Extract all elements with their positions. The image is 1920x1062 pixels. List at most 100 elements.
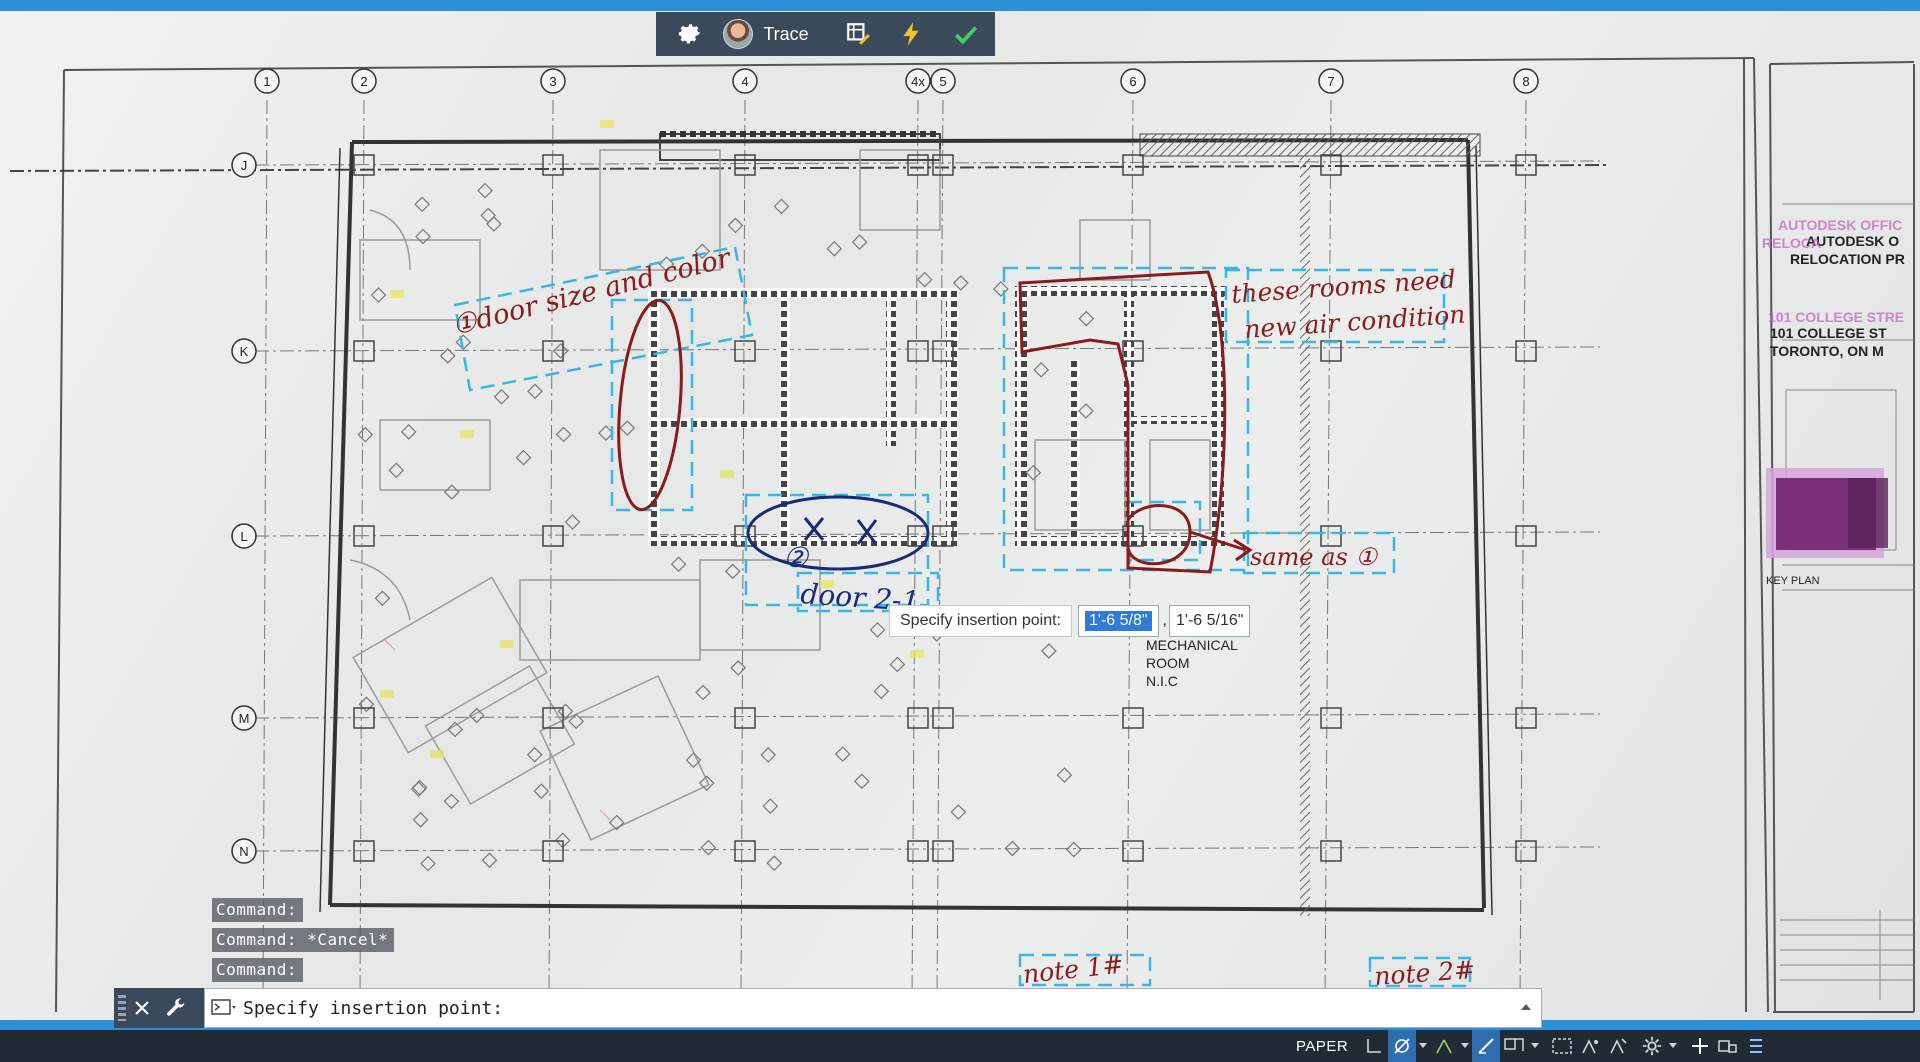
svg-text:2: 2 <box>360 74 367 89</box>
snap-dropdown[interactable] <box>1416 1030 1430 1062</box>
grid-button[interactable] <box>1360 1030 1388 1062</box>
svg-text:4x: 4x <box>911 74 925 89</box>
building-outline <box>319 138 1493 916</box>
lineweight-button[interactable] <box>1548 1030 1576 1062</box>
trace-accept-button[interactable] <box>938 12 995 56</box>
dynamic-input-x-value: 1'-6 5/8" <box>1084 610 1152 631</box>
title-project-ghost: RELOCA <box>1762 235 1822 251</box>
key-plan-label: KEY PLAN <box>1766 575 1820 587</box>
trace-feedback-button[interactable] <box>884 12 937 56</box>
workspace-dropdown[interactable] <box>1666 1030 1680 1062</box>
ortho-button[interactable] <box>1430 1030 1458 1062</box>
annotation-scale-button[interactable] <box>1604 1030 1632 1062</box>
workspace-gear-icon <box>1643 1036 1662 1056</box>
autocad-trace-window: 1 2 3 4 4x 5 6 7 8 J K L M N ①door size … <box>0 0 1920 1062</box>
transparency-icon <box>1582 1039 1599 1054</box>
polar-button[interactable] <box>1472 1030 1501 1062</box>
command-history-line: Command: <box>212 898 304 922</box>
grid-bubbles: 1 2 3 4 4x 5 6 7 8 J K L M N <box>231 68 1539 864</box>
lineweight-icon <box>1552 1038 1572 1054</box>
isolate-objects-button[interactable] <box>1714 1030 1742 1062</box>
device-tags <box>357 182 1095 872</box>
trace-toolbar: Trace <box>656 12 995 56</box>
grid-bubble-col: 4x <box>905 68 931 94</box>
note-1: note 1# <box>1022 950 1125 989</box>
svg-text:L: L <box>240 529 247 544</box>
room-label-mechanical: MECHANICAL <box>1146 637 1238 653</box>
trace-name-button[interactable]: Trace <box>723 12 832 56</box>
dynamic-input-x-field[interactable]: 1'-6 5/8" <box>1077 604 1159 637</box>
ortho-dropdown[interactable] <box>1458 1030 1472 1062</box>
grid-bubble-col: 7 <box>1318 68 1344 94</box>
workspace-button[interactable] <box>1638 1030 1666 1062</box>
grid-bubble-col: 2 <box>351 68 377 94</box>
gear-icon <box>678 24 700 44</box>
drawing-canvas[interactable]: 1 2 3 4 4x 5 6 7 8 J K L M N ①door size … <box>0 11 1920 1020</box>
floor-plan-drawing: 1 2 3 4 4x 5 6 7 8 J K L M N ①door size and c… <box>9 57 1915 1015</box>
status-bar-tools: PAPER <box>1296 1030 1770 1062</box>
snap-button[interactable] <box>1388 1030 1417 1062</box>
command-prompt-icon[interactable] <box>211 998 237 1018</box>
dynamic-input-y-field[interactable]: 1'-6 5/16" <box>1168 604 1251 637</box>
svg-text:4: 4 <box>741 74 748 89</box>
dynamic-input-tooltip: Specify insertion point: 1'-6 5/8" , 1'-… <box>889 604 1251 637</box>
markup-import-button[interactable] <box>833 12 884 56</box>
grid-icon <box>1367 1039 1382 1053</box>
grid-bubble-col: 5 <box>930 68 956 94</box>
close-icon <box>135 1001 149 1015</box>
svg-text:N: N <box>239 844 248 859</box>
room-label-nic: N.I.C <box>1146 673 1178 689</box>
osnap-icon <box>1504 1038 1524 1051</box>
chevron-down-icon <box>1461 1043 1470 1048</box>
note-same-as: same as ① <box>1250 543 1378 571</box>
ortho-icon <box>1436 1039 1452 1054</box>
note-circle-2: ② <box>783 541 810 574</box>
lightning-icon <box>903 22 919 46</box>
wrench-icon <box>167 998 185 1016</box>
osnap-button[interactable] <box>1500 1030 1528 1062</box>
trace-name-label: Trace <box>763 23 809 44</box>
core-walls <box>648 286 1225 546</box>
grid-bubble-col: 3 <box>540 68 566 94</box>
key-plan-graphic <box>1766 468 1888 558</box>
snap-icon <box>1394 1038 1410 1054</box>
grid-bubble-col: 6 <box>1120 68 1146 94</box>
command-history-line: Command: <box>212 958 304 982</box>
note-rooms-2: new air condition <box>1243 300 1466 344</box>
chevron-down-icon <box>1419 1043 1428 1048</box>
svg-text:1: 1 <box>263 74 270 89</box>
annotation-scale-icon <box>1610 1038 1627 1054</box>
room-label-room: ROOM <box>1146 655 1190 671</box>
isolate-icon <box>1718 1040 1737 1053</box>
chevron-up-icon[interactable] <box>1519 1000 1533 1014</box>
polar-icon <box>1478 1038 1494 1054</box>
grid-bubble-col: 8 <box>1513 68 1539 94</box>
status-bar: PAPER <box>0 1030 1920 1062</box>
dynamic-input-prompt: Specify insertion point: <box>889 604 1072 637</box>
trace-settings-button[interactable] <box>656 12 723 56</box>
osnap-dropdown[interactable] <box>1528 1030 1542 1062</box>
command-line-tools <box>114 988 204 1028</box>
svg-text:J: J <box>241 158 248 173</box>
command-line-grip[interactable] <box>118 995 126 1021</box>
grid-bubble-row: K <box>231 338 257 364</box>
annotation-monitor-button[interactable] <box>1686 1030 1714 1062</box>
transparency-button[interactable] <box>1576 1030 1604 1062</box>
paper-space-button[interactable]: PAPER <box>1296 1038 1348 1055</box>
grid-bubble-row: L <box>231 523 257 549</box>
command-input[interactable]: Specify insertion point: <box>204 988 1542 1028</box>
svg-text:6: 6 <box>1129 74 1136 89</box>
grid-bubble-row: N <box>231 838 257 864</box>
svg-text:5: 5 <box>939 74 946 89</box>
dynamic-input-separator: , <box>1162 611 1167 629</box>
plus-icon <box>1692 1038 1709 1054</box>
markup-import-icon <box>847 23 871 45</box>
svg-text:M: M <box>239 711 250 726</box>
svg-text:3: 3 <box>549 74 556 89</box>
command-history: Command: Command: *Cancel* Command: <box>212 898 395 988</box>
command-line-customize-button[interactable] <box>158 988 194 1028</box>
chevron-down-icon <box>1531 1043 1540 1048</box>
command-line-close-button[interactable] <box>126 988 158 1028</box>
customization-button[interactable] <box>1742 1030 1770 1062</box>
grid-bubble-row: M <box>231 705 257 731</box>
